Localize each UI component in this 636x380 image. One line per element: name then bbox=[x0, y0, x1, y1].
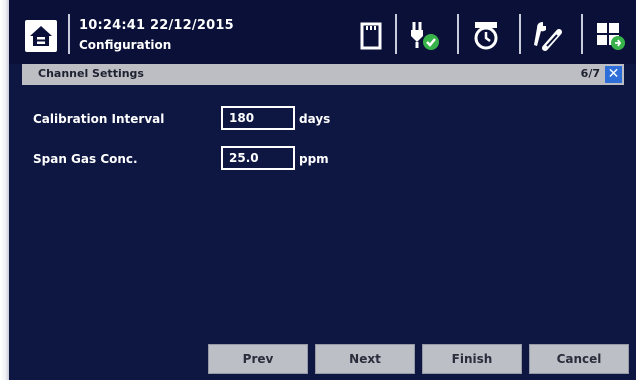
calibration-interval-label: Calibration Interval bbox=[33, 112, 165, 126]
device-bezel bbox=[0, 0, 9, 380]
prev-button[interactable]: Prev bbox=[208, 344, 308, 374]
next-button[interactable]: Next bbox=[315, 344, 415, 374]
span-gas-conc-label: Span Gas Conc. bbox=[33, 152, 138, 166]
header-divider bbox=[519, 14, 521, 54]
calibration-interval-input[interactable]: 180 bbox=[221, 106, 295, 130]
header-divider bbox=[68, 14, 70, 54]
tools-icon[interactable] bbox=[531, 18, 565, 52]
span-gas-conc-input[interactable]: 25.0 bbox=[221, 146, 295, 170]
screen-name: Configuration bbox=[79, 38, 172, 52]
device-screen: 10:24:41 22/12/2015 Configuration Channe… bbox=[9, 0, 636, 380]
home-icon[interactable] bbox=[25, 20, 57, 52]
cancel-button[interactable]: Cancel bbox=[529, 344, 629, 374]
status-header: 10:24:41 22/12/2015 Configuration bbox=[9, 0, 636, 64]
page-indicator: 6/7 bbox=[580, 67, 600, 80]
header-divider bbox=[395, 14, 397, 54]
sd-card-icon[interactable] bbox=[354, 18, 388, 52]
header-divider bbox=[581, 14, 583, 54]
finish-button[interactable]: Finish bbox=[422, 344, 522, 374]
close-button[interactable]: ✕ bbox=[605, 66, 622, 83]
datetime: 10:24:41 22/12/2015 bbox=[79, 18, 234, 33]
power-plug-ok-icon[interactable] bbox=[407, 18, 441, 52]
header-divider bbox=[457, 14, 459, 54]
channel-settings-titlebar: Channel Settings 6/7 ✕ bbox=[22, 64, 624, 85]
dialog-title: Channel Settings bbox=[38, 67, 144, 80]
clock-alarm-icon[interactable] bbox=[469, 18, 503, 52]
calibration-interval-unit: days bbox=[299, 112, 331, 126]
span-gas-conc-unit: ppm bbox=[299, 152, 329, 166]
grid-status-icon[interactable] bbox=[593, 18, 627, 52]
